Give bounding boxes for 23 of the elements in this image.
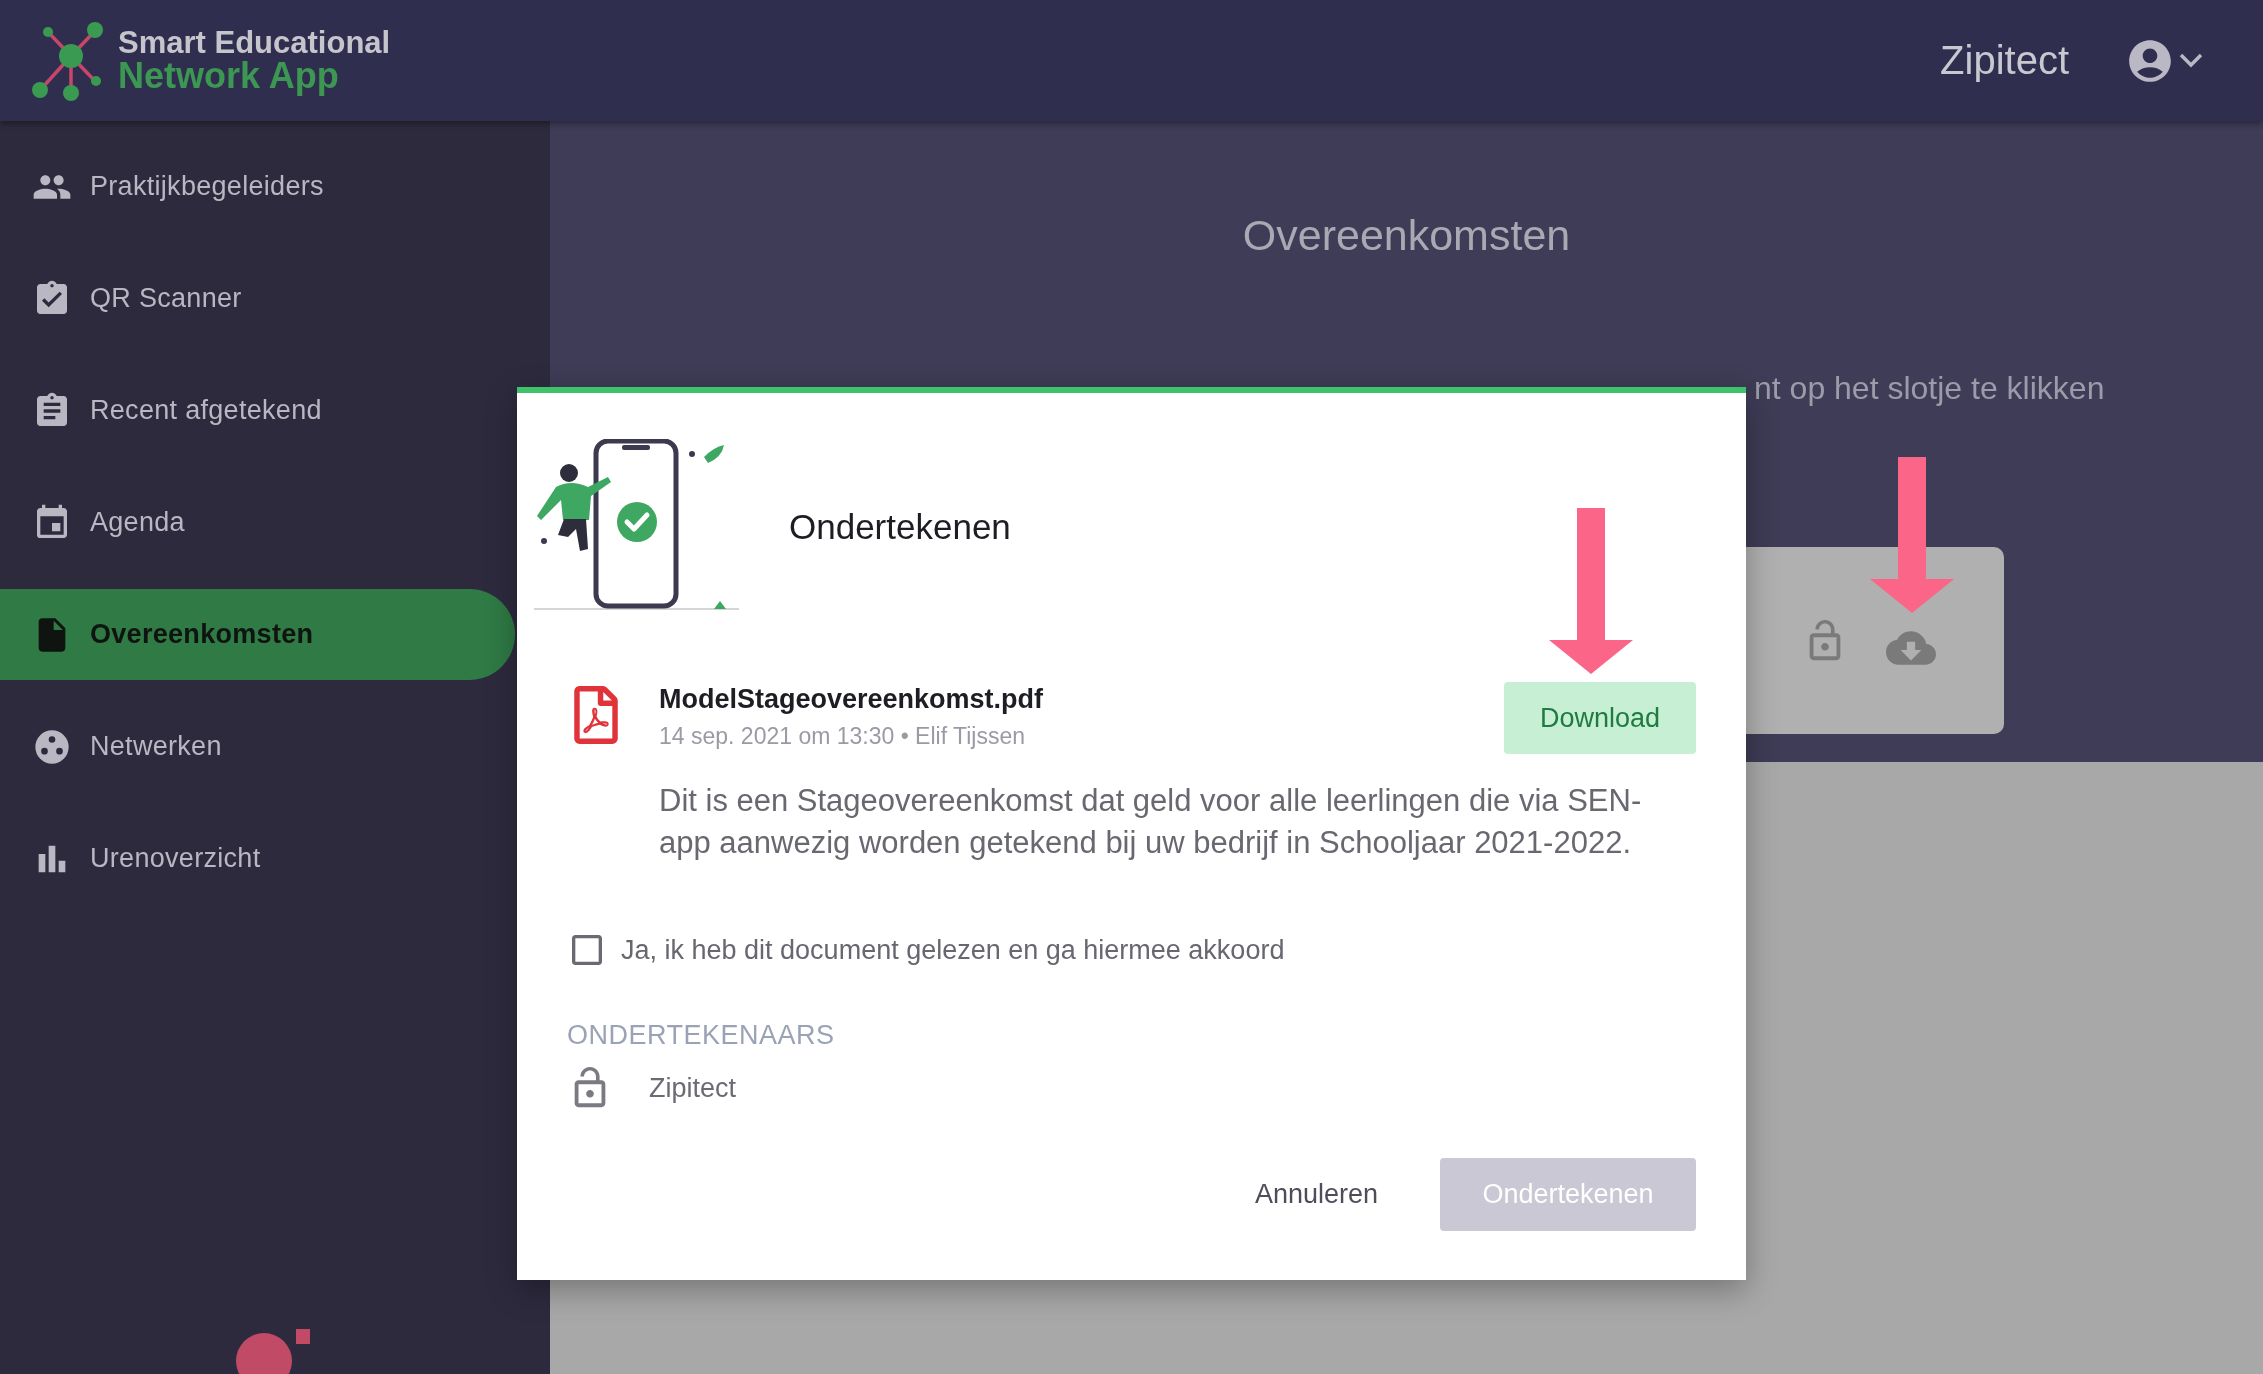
section-heading: ONDERTEKENAARS [567, 1020, 836, 1051]
sidebar-item[interactable]: QR Scanner [0, 253, 515, 344]
sidebar-item[interactable]: Agenda [0, 477, 515, 568]
logo-title: Smart Educational [118, 27, 391, 58]
logo-subtitle: Network App [118, 58, 340, 94]
cancel-button[interactable]: Annuleren [1222, 1158, 1410, 1231]
file-meta: 14 sep. 2021 om 13:30 • Elif Tijssen [659, 723, 1027, 750]
avatar-badge-icon [234, 1329, 310, 1374]
page-description: nt op het slotje te klikken [1754, 370, 2105, 407]
download-button[interactable]: Download [1504, 682, 1696, 754]
user-name: Zipitect [1940, 38, 2069, 83]
checkbox-label: Ja, ik heb dit document gelezen en ga hiermee akkoord [621, 934, 1285, 966]
sidebar-item[interactable]: Overeenkomsten [0, 589, 515, 680]
sidebar-item[interactable]: Recent afgetekend [0, 365, 515, 456]
sidebar-item[interactable]: Praktijkbegeleiders [0, 141, 515, 232]
sidebar-item[interactable]: Urenoverzicht [0, 813, 515, 904]
dialog-title: Ondertekenen [789, 506, 1011, 547]
page-title: Overeenkomsten [1242, 211, 1571, 260]
signer-name: Zipitect [649, 1072, 737, 1104]
document-description: Dit is een Stageovereenkomst dat geld voor alle leerlingen die via SEN-app aanwezig worden getekend bij uw bedrijf in Schooljaar 2021-2022. [659, 782, 1643, 862]
chevron-down-icon [2179, 53, 2203, 68]
sidebar-item[interactable]: Netwerken [0, 701, 515, 792]
file-name: ModelStageovereenkomst.pdf [659, 684, 1045, 715]
